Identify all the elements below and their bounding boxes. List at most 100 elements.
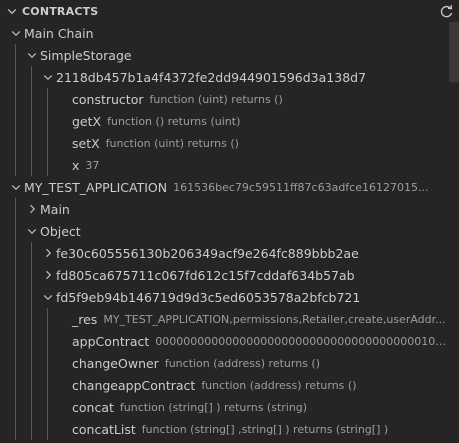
indent-guide xyxy=(15,220,16,242)
tree-item-label: getX xyxy=(72,113,102,129)
scrollbar-thumb[interactable] xyxy=(449,22,459,82)
indent-guide xyxy=(31,110,32,132)
tree-item[interactable]: Object xyxy=(0,220,459,242)
tree-item-label: concatList xyxy=(72,421,136,437)
indent-guide xyxy=(31,154,32,176)
tree-item-label: fd5f9eb94b146719d9d3c5ed6053578a2bfcb721 xyxy=(56,289,361,305)
indent-guide xyxy=(31,132,32,154)
tree-item[interactable]: x 37 xyxy=(0,154,459,176)
indent-guide xyxy=(15,418,16,440)
indent-guide xyxy=(31,396,32,418)
indent-guide xyxy=(47,88,48,110)
refresh-icon[interactable] xyxy=(437,2,455,20)
tree-item-description: MY_TEST_APPLICATION,permissions,Retailer… xyxy=(103,312,446,326)
indent-guide xyxy=(31,330,32,352)
tree-item-label: MY_TEST_APPLICATION xyxy=(24,179,168,195)
tree-item-label: concat xyxy=(72,399,114,415)
tree-item[interactable]: fd805ca675711c067fd612c15f7cddaf634b57ab xyxy=(0,264,459,286)
tree-item-label: changeOwner xyxy=(72,355,159,371)
tree-item[interactable]: changeappContract function (address) retu… xyxy=(0,374,459,396)
tree-item[interactable]: fd5f9eb94b146719d9d3c5ed6053578a2bfcb721 xyxy=(0,286,459,308)
tree-item-label: 2118db457b1a4f4372fe2dd944901596d3a138d7 xyxy=(56,69,367,85)
indent-guide xyxy=(47,418,48,440)
indent-guide xyxy=(31,418,32,440)
tree-item-label: x xyxy=(72,157,80,173)
indent-guide xyxy=(15,264,16,286)
indent-guide xyxy=(31,88,32,110)
tree-item-description: 0000000000000000000000000000000000000010… xyxy=(155,334,453,348)
contracts-view-header[interactable]: CONTRACTS xyxy=(0,0,459,22)
tree-item[interactable]: MY_TEST_APPLICATION 161536bec79c59511ff87… xyxy=(0,176,459,198)
indent-guide xyxy=(15,374,16,396)
tree-item-description: function (address) returns () xyxy=(164,356,320,370)
tree-item[interactable]: concat function (string[] ) returns (stri… xyxy=(0,396,459,418)
tree-item[interactable]: fe30c605556130b206349acf9e264fc889bbb2ae xyxy=(0,242,459,264)
indent-guide xyxy=(31,66,32,88)
indent-guide xyxy=(47,330,48,352)
chevron-down-icon[interactable] xyxy=(24,44,40,66)
tree-item-label: fe30c605556130b206349acf9e264fc889bbb2ae xyxy=(56,245,359,261)
tree-item-description: function (string[] ) returns (string) xyxy=(119,400,308,414)
indent-guide xyxy=(47,308,48,330)
tree-item-label: fd805ca675711c067fd612c15f7cddaf634b57ab xyxy=(56,267,355,283)
contracts-tree[interactable]: Main Chain SimpleStorage 2118db457b1a4f437… xyxy=(0,22,459,443)
tree-item[interactable]: _res MY_TEST_APPLICATION,permissions,Reta… xyxy=(0,308,459,330)
tree-item-label: constructor xyxy=(72,91,144,107)
indent-guide xyxy=(47,154,48,176)
tree-item-description: 161536bec79c59511ff87c63adfce16127015... xyxy=(173,180,429,194)
indent-guide xyxy=(47,110,48,132)
indent-guide xyxy=(47,352,48,374)
indent-guide xyxy=(47,374,48,396)
chevron-right-icon[interactable] xyxy=(40,264,56,286)
tree-item-label: appContract xyxy=(72,333,150,349)
tree-item-description: function (uint) returns () xyxy=(105,136,239,150)
indent-guide xyxy=(15,66,16,88)
tree-item-label: changeappContract xyxy=(72,377,196,393)
tree-item-description: function (address) returns () xyxy=(201,378,357,392)
view-title: CONTRACTS xyxy=(22,4,99,18)
chevron-down-icon[interactable] xyxy=(40,66,56,88)
indent-guide xyxy=(31,308,32,330)
chevron-down-icon[interactable] xyxy=(24,220,40,242)
indent-guide xyxy=(15,132,16,154)
tree-item[interactable]: Main Chain xyxy=(0,22,459,44)
indent-guide xyxy=(31,286,32,308)
chevron-down-icon[interactable] xyxy=(40,286,56,308)
indent-guide xyxy=(31,352,32,374)
tree-item[interactable]: setX function (uint) returns () xyxy=(0,132,459,154)
tree-item[interactable]: getX function () returns (uint) xyxy=(0,110,459,132)
tree-item[interactable]: constructor function (uint) returns () xyxy=(0,88,459,110)
indent-guide xyxy=(15,352,16,374)
tree-item[interactable]: 2118db457b1a4f4372fe2dd944901596d3a138d7 xyxy=(0,66,459,88)
tree-item[interactable]: concatList function (string[] ,string[] )… xyxy=(0,418,459,440)
indent-guide xyxy=(15,110,16,132)
tree-item-description: function () returns (uint) xyxy=(107,114,241,128)
tree-item-description: function (uint) returns () xyxy=(149,92,283,106)
tree-item[interactable]: Main xyxy=(0,198,459,220)
chevron-down-icon[interactable] xyxy=(8,22,24,44)
tree-item-label: Object xyxy=(40,223,81,239)
indent-guide xyxy=(15,330,16,352)
tree-item-label: Main Chain xyxy=(24,25,94,41)
indent-guide xyxy=(15,396,16,418)
chevron-right-icon[interactable] xyxy=(24,198,40,220)
indent-guide xyxy=(15,154,16,176)
tree-item-label: setX xyxy=(72,135,100,151)
indent-guide xyxy=(15,198,16,220)
tree-item[interactable]: SimpleStorage xyxy=(0,44,459,66)
tree-item-description: 37 xyxy=(85,158,100,172)
chevron-right-icon[interactable] xyxy=(40,242,56,264)
tree-item[interactable]: changeOwner function (address) returns () xyxy=(0,352,459,374)
tree-item[interactable]: appContract 00000000000000000000000000000… xyxy=(0,330,459,352)
indent-guide xyxy=(15,308,16,330)
chevron-down-icon[interactable] xyxy=(8,176,24,198)
indent-guide xyxy=(47,132,48,154)
chevron-down-icon[interactable] xyxy=(4,3,20,19)
